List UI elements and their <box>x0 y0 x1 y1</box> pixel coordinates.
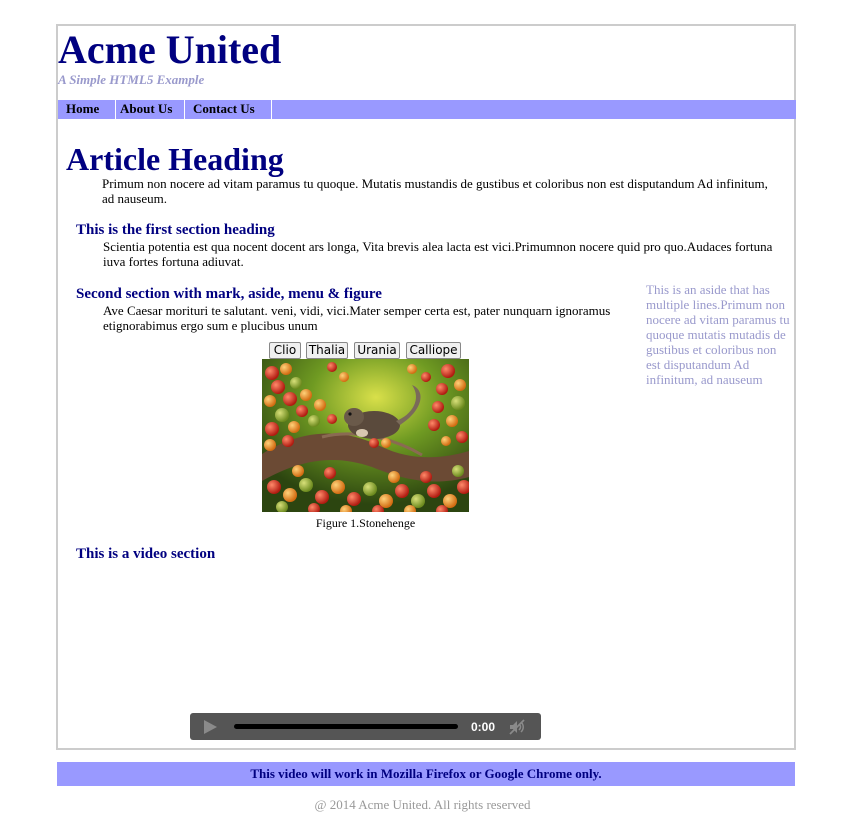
article-intro: Primum non nocere ad vitam paramus tu qu… <box>102 176 768 206</box>
video-progress-bar[interactable] <box>234 724 458 729</box>
section-heading-first: This is the first section heading <box>76 222 275 238</box>
aside-note: This is an aside that has multiple lines… <box>646 282 790 387</box>
site-title: Acme United <box>58 27 282 72</box>
menu-button-thalia[interactable]: Thalia <box>306 342 348 359</box>
menu-button-clio[interactable]: Clio <box>269 342 301 359</box>
figure-caption: Figure 1.Stonehenge <box>315 516 416 530</box>
nav-item-about-us[interactable]: About Us <box>116 100 185 119</box>
footer-notice: This video will work in Mozilla Firefox … <box>57 762 795 786</box>
video-time-readout: 0:00 <box>471 720 496 734</box>
nav-item-home[interactable]: Home <box>58 100 116 119</box>
article-heading: Article Heading <box>66 141 284 177</box>
menu-button-calliope[interactable]: Calliope <box>406 342 461 359</box>
site-tagline: A Simple HTML5 Example <box>58 72 205 87</box>
section-heading-second: Second section with mark, aside, menu & … <box>76 286 382 302</box>
section-body-second: Ave Caesar morituri te salutant. veni, v… <box>103 303 611 333</box>
play-icon[interactable] <box>202 719 218 735</box>
figure-image-squirrel <box>262 359 469 512</box>
main-nav: Home About Us Contact Us <box>58 100 796 119</box>
section-body-first: Scientia potentia est qua nocent docent … <box>103 239 773 269</box>
menu-button-urania[interactable]: Urania <box>354 342 400 359</box>
muted-speaker-icon[interactable] <box>508 718 526 736</box>
copyright-text: @ 2014 Acme United. All rights reserved <box>314 797 531 812</box>
video-player-controls: 0:00 <box>190 713 541 740</box>
nav-item-contact-us[interactable]: Contact Us <box>181 100 272 119</box>
section-heading-video: This is a video section <box>76 546 216 562</box>
page-container: Acme United A Simple HTML5 Example Home … <box>56 24 796 750</box>
